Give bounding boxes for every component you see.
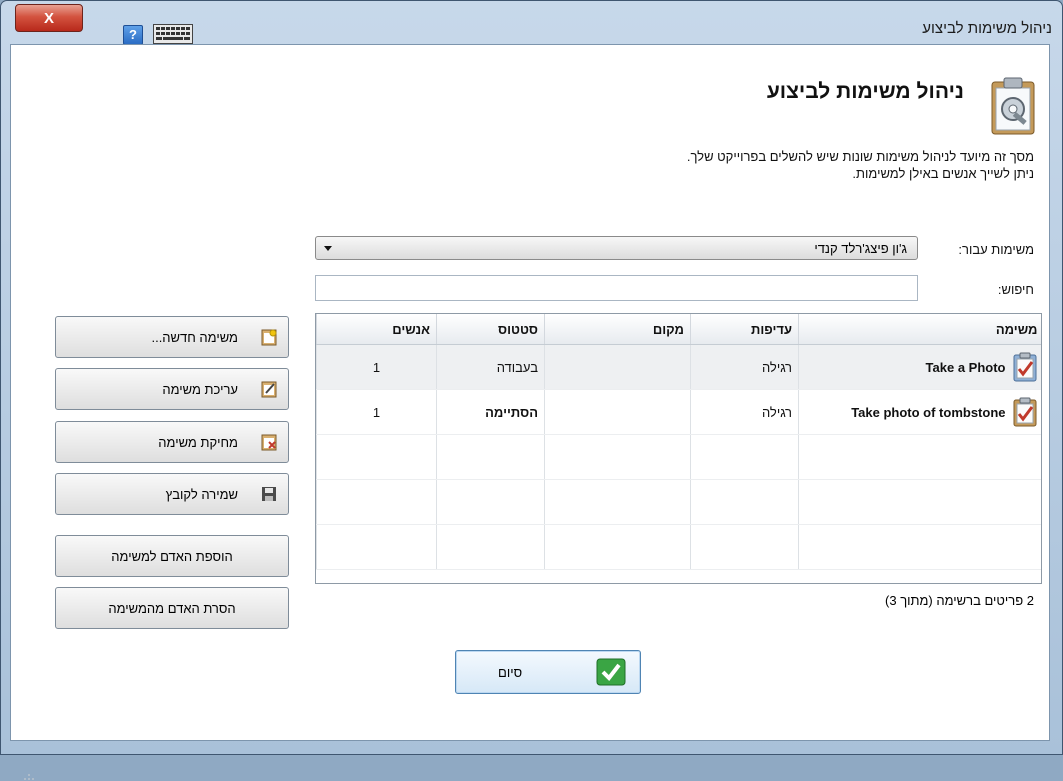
table-row[interactable]: Take photo of tombstone רגילה הסתיימה 1 bbox=[316, 389, 1041, 435]
search-label: חיפוש: bbox=[997, 282, 1034, 297]
people-cell: 1 bbox=[316, 389, 437, 435]
help-icon: ? bbox=[129, 27, 137, 42]
finish-label: סיום bbox=[498, 665, 523, 680]
column-header-status[interactable]: סטטוס bbox=[436, 314, 545, 345]
status-cell: הסתיימה bbox=[436, 389, 545, 435]
new-task-icon bbox=[261, 329, 277, 346]
page-description: מסך זה מיועד לניהול משימות שונות שיש להש… bbox=[687, 148, 1034, 182]
edit-task-label: עריכת משימה bbox=[162, 382, 238, 397]
table-header-row: משימה עדיפות מקום סטטוס אנשים bbox=[316, 314, 1041, 345]
help-button[interactable]: ? bbox=[123, 25, 143, 45]
floppy-disk-icon bbox=[262, 487, 276, 501]
window-title: ניהול משימות לביצוע bbox=[922, 20, 1052, 37]
task-cell: Take a Photo bbox=[798, 344, 1041, 390]
tasks-for-value: ג'ון פיצג'רלד קנדי bbox=[814, 241, 907, 256]
window: X ? ניהול משימות לביצוע ניהול משימות לבי… bbox=[0, 0, 1063, 780]
column-header-people[interactable]: אנשים bbox=[316, 314, 437, 345]
priority-cell: רגילה bbox=[690, 344, 799, 390]
main-panel: ניהול משימות לביצוע מסך זה מיועד לניהול … bbox=[10, 44, 1050, 780]
tasks-table: משימה עדיפות מקום סטטוס אנשים Take a Pho… bbox=[315, 313, 1042, 584]
task-name: Take a Photo bbox=[925, 359, 1006, 375]
task-name: Take photo of tombstone bbox=[851, 404, 1006, 420]
priority-cell: רגילה bbox=[690, 389, 799, 435]
close-icon: X bbox=[43, 9, 54, 27]
table-row-empty bbox=[316, 524, 1041, 570]
task-cell: Take photo of tombstone bbox=[798, 389, 1041, 435]
column-header-priority[interactable]: עדיפות bbox=[690, 314, 799, 345]
table-row-empty bbox=[316, 479, 1041, 525]
status-cell: בעבודה bbox=[436, 344, 545, 390]
tasks-for-label: משימות עבור: bbox=[958, 242, 1034, 257]
clipboard-check-icon bbox=[1013, 352, 1036, 382]
finish-button[interactable]: סיום bbox=[455, 650, 641, 694]
add-person-button[interactable]: הוספת האדם למשימה bbox=[55, 535, 289, 577]
page-title: ניהול משימות לביצוע bbox=[766, 80, 964, 103]
keyboard-icon bbox=[153, 24, 193, 44]
remove-person-label: הסרת האדם מהמשימה bbox=[108, 601, 236, 616]
place-cell bbox=[544, 389, 691, 435]
new-task-label: משימה חדשה... bbox=[151, 330, 238, 345]
description-line-1: מסך זה מיועד לניהול משימות שונות שיש להש… bbox=[686, 149, 1034, 164]
save-to-file-button[interactable]: שמירה לקובץ bbox=[55, 473, 289, 515]
edit-task-button[interactable]: עריכת משימה bbox=[55, 368, 289, 410]
column-header-task[interactable]: משימה bbox=[798, 314, 1041, 345]
resize-grip-icon[interactable] bbox=[23, 769, 37, 781]
chevron-down-icon bbox=[324, 246, 332, 251]
remove-person-button[interactable]: הסרת האדם מהמשימה bbox=[55, 587, 289, 629]
delete-task-icon bbox=[261, 434, 277, 451]
column-header-place[interactable]: מקום bbox=[544, 314, 691, 345]
people-cell: 1 bbox=[316, 344, 437, 390]
save-to-file-label: שמירה לקובץ bbox=[165, 487, 238, 502]
tasks-for-dropdown[interactable]: ג'ון פיצג'רלד קנדי bbox=[315, 236, 918, 260]
keyboard-button[interactable] bbox=[153, 24, 193, 44]
task-manager-icon bbox=[986, 76, 1040, 138]
edit-task-icon bbox=[261, 381, 277, 398]
place-cell bbox=[544, 344, 691, 390]
description-line-2: ניתן לשייך אנשים באילן למשימות. bbox=[852, 166, 1034, 181]
close-button[interactable]: X bbox=[15, 4, 83, 32]
new-task-button[interactable]: משימה חדשה... bbox=[55, 316, 289, 358]
delete-task-button[interactable]: מחיקת משימה bbox=[55, 421, 289, 463]
clipboard-check-icon bbox=[1013, 397, 1036, 427]
add-person-label: הוספת האדם למשימה bbox=[111, 549, 233, 564]
table-row-empty bbox=[316, 434, 1041, 480]
table-row[interactable]: Take a Photo רגילה בעבודה 1 bbox=[316, 344, 1041, 390]
item-count-label: 2 פריטים ברשימה (מתוך 3) bbox=[885, 593, 1034, 608]
delete-task-label: מחיקת משימה bbox=[158, 435, 238, 450]
search-input[interactable] bbox=[315, 275, 918, 301]
checkmark-icon bbox=[596, 658, 626, 686]
